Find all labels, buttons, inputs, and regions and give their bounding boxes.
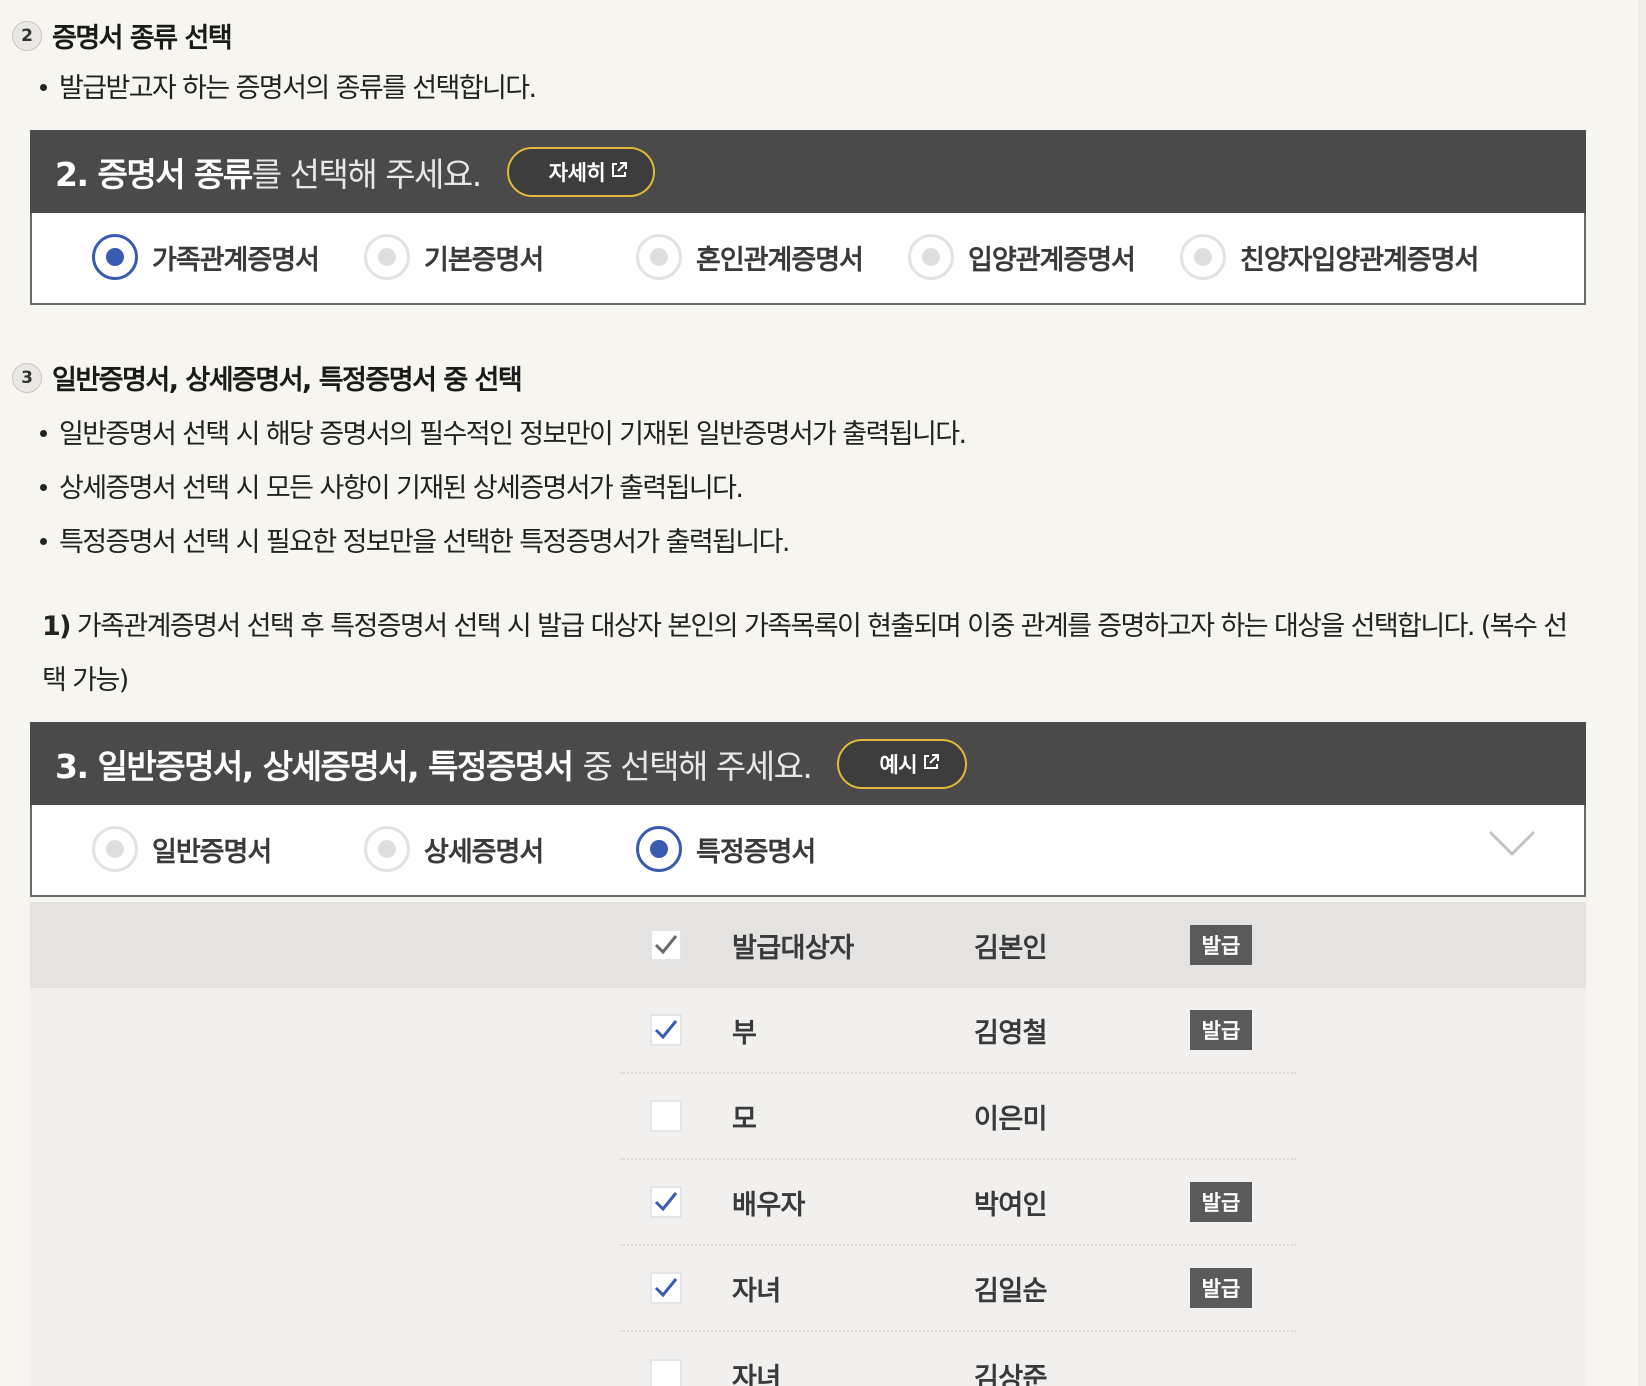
relation-label: 자녀 <box>732 1275 781 1307</box>
issue-badge[interactable]: 발급 <box>1190 1182 1252 1222</box>
certificate-type-options: 가족관계증명서 기본증명서 혼인관계증명서 입양관계증명서 친양자입양관계증명서 <box>30 213 1586 305</box>
checkbox-icon[interactable] <box>650 929 682 961</box>
radio-family-relation[interactable]: 가족관계증명서 <box>92 213 320 301</box>
bullet-dot <box>40 84 47 91</box>
member-name: 김일순 <box>974 1275 1048 1307</box>
example-button-label: 예시 <box>879 752 918 777</box>
panel-title-rest: 를 선택해 주세요. <box>251 154 483 194</box>
step-number-badge: 3 <box>12 362 42 393</box>
bullet-dot <box>40 430 47 437</box>
radio-label: 혼인관계증명서 <box>696 244 864 276</box>
issue-badge[interactable]: 발급 <box>1190 1010 1252 1050</box>
radio-indicator <box>636 826 682 872</box>
family-member-list: 발급대상자 김본인 발급 부 김영철 발급 모 이은미 배우자 박여인 발급 자… <box>30 902 1586 1386</box>
radio-adoption[interactable]: 입양관계증명서 <box>908 213 1136 301</box>
radio-label: 입양관계증명서 <box>968 244 1136 276</box>
radio-indicator <box>92 826 138 872</box>
member-name: 박여인 <box>974 1189 1048 1221</box>
external-link-icon <box>611 161 628 182</box>
issue-badge[interactable]: 발급 <box>1190 1268 1252 1308</box>
section-3-heading: 3 일반증명서, 상세증명서, 특정증명서 중 선택 <box>12 358 523 397</box>
radio-specific[interactable]: 특정증명서 <box>636 805 816 893</box>
chevron-down-icon[interactable] <box>1488 829 1536 859</box>
panel-header: 3. 일반증명서, 상세증명서, 특정증명서 중 선택해 주세요. 예시 <box>30 722 1586 805</box>
family-row: 부 김영철 발급 <box>620 988 1296 1074</box>
relation-label: 배우자 <box>732 1189 806 1221</box>
specific-certificate-note: 1) 가족관계증명서 선택 후 특정증명서 선택 시 발급 대상자 본인의 가족… <box>42 600 1582 708</box>
family-row: 모 이은미 <box>620 1074 1296 1160</box>
issue-badge[interactable]: 발급 <box>1190 925 1252 965</box>
family-row: 발급대상자 김본인 발급 <box>620 902 1296 988</box>
detail-button-label: 자세히 <box>548 160 606 185</box>
radio-label: 친양자입양관계증명서 <box>1240 244 1479 276</box>
section-2-heading: 2 증명서 종류 선택 <box>12 16 233 55</box>
family-row: 자녀 김일순 발급 <box>620 1246 1296 1332</box>
radio-indicator <box>364 826 410 872</box>
panel-title-strong: 3. 일반증명서, 상세증명서, 특정증명서 <box>55 746 574 786</box>
note-text: 가족관계증명서 선택 후 특정증명서 선택 시 발급 대상자 본인의 가족목록이… <box>42 611 1568 696</box>
checkbox-icon[interactable] <box>650 1014 682 1046</box>
certificate-level-panel: 3. 일반증명서, 상세증명서, 특정증명서 중 선택해 주세요. 예시 일반증… <box>30 722 1586 897</box>
radio-indicator <box>636 234 682 280</box>
step-number-badge: 2 <box>12 20 42 51</box>
radio-general[interactable]: 일반증명서 <box>92 805 272 893</box>
section-2-bullet: 발급받고자 하는 증명서의 종류를 선택합니다. <box>40 66 537 105</box>
section-3-title: 일반증명서, 상세증명서, 특정증명서 중 선택 <box>52 365 523 396</box>
checkbox-icon[interactable] <box>650 1359 682 1386</box>
bullet-text: 발급받고자 하는 증명서의 종류를 선택합니다. <box>59 73 537 104</box>
radio-label: 상세증명서 <box>424 836 544 868</box>
member-name: 이은미 <box>974 1103 1048 1135</box>
radio-indicator <box>1180 234 1226 280</box>
page-right-edge <box>1638 0 1646 1386</box>
radio-indicator <box>364 234 410 280</box>
checkbox-icon[interactable] <box>650 1272 682 1304</box>
radio-full-adoption[interactable]: 친양자입양관계증명서 <box>1180 213 1479 301</box>
radio-label: 기본증명서 <box>424 244 544 276</box>
radio-detailed[interactable]: 상세증명서 <box>364 805 544 893</box>
example-button[interactable]: 예시 <box>837 738 968 789</box>
radio-label: 일반증명서 <box>152 836 272 868</box>
section-3-bullet: 상세증명서 선택 시 모든 사항이 기재된 상세증명서가 출력됩니다. <box>40 466 744 505</box>
bullet-text: 일반증명서 선택 시 해당 증명서의 필수적인 정보만이 기재된 일반증명서가 … <box>59 419 967 450</box>
checkbox-icon[interactable] <box>650 1186 682 1218</box>
relation-label: 자녀 <box>732 1362 781 1386</box>
panel-title-strong: 2. 증명서 종류 <box>55 154 253 194</box>
note-number: 1) <box>42 611 72 642</box>
panel-header: 2. 증명서 종류 를 선택해 주세요. 자세히 <box>30 130 1586 213</box>
bullet-text: 상세증명서 선택 시 모든 사항이 기재된 상세증명서가 출력됩니다. <box>59 473 744 504</box>
member-name: 김영철 <box>974 1017 1048 1049</box>
radio-label: 특정증명서 <box>696 836 816 868</box>
relation-label: 모 <box>732 1103 757 1135</box>
external-link-icon <box>923 753 940 774</box>
radio-basic[interactable]: 기본증명서 <box>364 213 544 301</box>
section-2-title: 증명서 종류 선택 <box>52 23 233 54</box>
relation-label: 발급대상자 <box>732 932 854 964</box>
member-name: 김본인 <box>974 932 1048 964</box>
checkbox-icon[interactable] <box>650 1100 682 1132</box>
bullet-dot <box>40 538 47 545</box>
certificate-type-panel: 2. 증명서 종류 를 선택해 주세요. 자세히 가족관계증명서 기본증명서 혼… <box>30 130 1586 305</box>
family-row: 자녀 김상준 <box>620 1332 1296 1386</box>
section-3-bullet: 특정증명서 선택 시 필요한 정보만을 선택한 특정증명서가 출력됩니다. <box>40 520 790 559</box>
radio-marriage[interactable]: 혼인관계증명서 <box>636 213 864 301</box>
radio-indicator <box>908 234 954 280</box>
detail-button[interactable]: 자세히 <box>506 146 656 197</box>
relation-label: 부 <box>732 1017 757 1049</box>
family-row: 배우자 박여인 발급 <box>620 1160 1296 1246</box>
certificate-level-options: 일반증명서 상세증명서 특정증명서 <box>30 805 1586 897</box>
bullet-text: 특정증명서 선택 시 필요한 정보만을 선택한 특정증명서가 출력됩니다. <box>59 527 790 558</box>
section-3-bullet: 일반증명서 선택 시 해당 증명서의 필수적인 정보만이 기재된 일반증명서가 … <box>40 412 967 451</box>
radio-indicator <box>92 234 138 280</box>
panel-title-rest: 중 선택해 주세요. <box>582 746 813 786</box>
member-name: 김상준 <box>974 1362 1048 1386</box>
radio-label: 가족관계증명서 <box>152 244 320 276</box>
bullet-dot <box>40 484 47 491</box>
